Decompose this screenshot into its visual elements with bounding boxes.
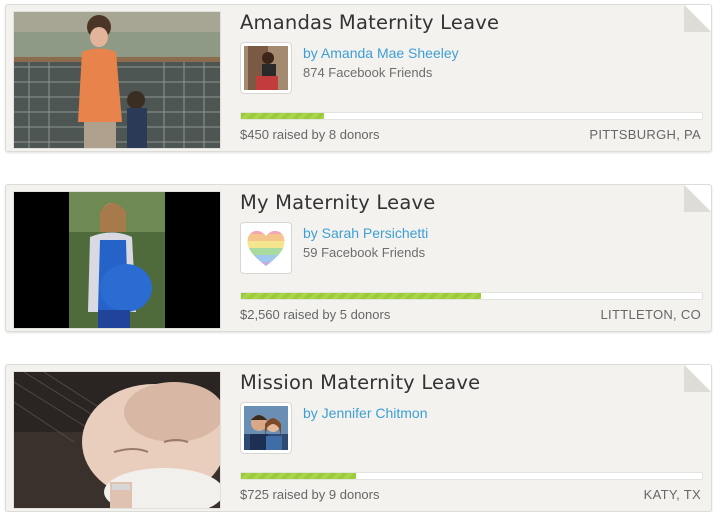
amount-raised: $2,560 raised by 5 donors [240, 307, 391, 322]
amount-raised: $725 raised by 9 donors [240, 487, 380, 502]
campaign-card-my-maternity-leave[interactable]: My Maternity Leave by Sarah Persichetti … [5, 184, 712, 332]
organizer-avatar[interactable] [240, 402, 292, 454]
campaign-title[interactable]: Amandas Maternity Leave [240, 11, 499, 34]
facebook-friends-count: 874 Facebook Friends [303, 65, 433, 80]
organizer-photo-icon [244, 46, 288, 90]
organizer-link[interactable]: by Amanda Mae Sheeley [303, 45, 459, 61]
pregnant-woman-photo-icon [14, 192, 220, 328]
facebook-friends-count: 59 Facebook Friends [303, 245, 426, 260]
organizer-link[interactable]: by Sarah Persichetti [303, 225, 428, 241]
couple-photo-icon [244, 406, 288, 450]
rainbow-heart-icon [244, 226, 288, 270]
progress-bar [240, 472, 703, 480]
campaign-title[interactable]: My Maternity Leave [240, 191, 435, 214]
progress-bar [240, 292, 703, 300]
campaign-location: LITTLETON, CO [600, 307, 701, 322]
campaign-photo[interactable] [13, 11, 221, 149]
campaign-location: KATY, TX [643, 487, 701, 502]
progress-fill [241, 113, 324, 119]
organizer-avatar[interactable] [240, 222, 292, 274]
campaign-title[interactable]: Mission Maternity Leave [240, 371, 480, 394]
amount-raised: $450 raised by 8 donors [240, 127, 380, 142]
organizer-link[interactable]: by Jennifer Chitmon [303, 405, 428, 421]
progress-fill [241, 293, 481, 299]
progress-bar [240, 112, 703, 120]
progress-fill [241, 473, 357, 479]
campaign-card-amandas-maternity-leave[interactable]: Amandas Maternity Leave by Amanda Mae Sh… [5, 4, 712, 152]
campaign-location: PITTSBURGH, PA [589, 127, 701, 142]
campaign-photo[interactable] [13, 191, 221, 329]
campaign-card-mission-maternity-leave[interactable]: Mission Maternity Leave by Jennifer Chit… [5, 364, 712, 512]
mother-and-child-photo-icon [14, 12, 220, 148]
newborn-baby-photo-icon [14, 372, 220, 508]
campaign-photo[interactable] [13, 371, 221, 509]
organizer-avatar[interactable] [240, 42, 292, 94]
